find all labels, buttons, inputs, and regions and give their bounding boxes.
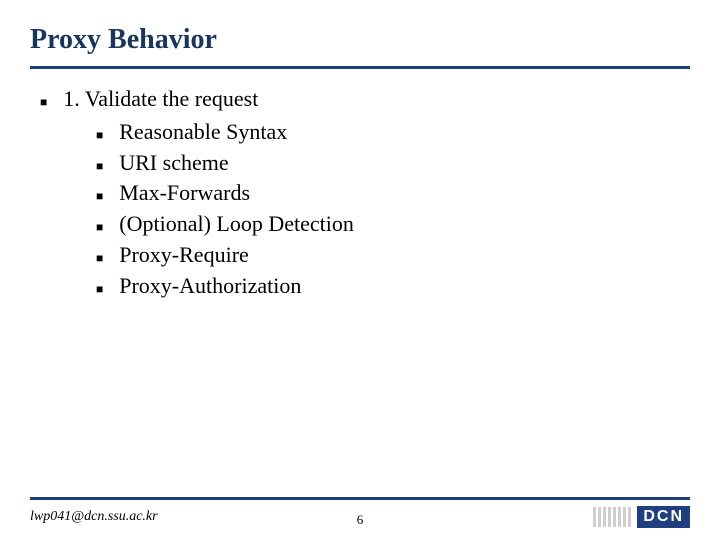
list-item-text: URI scheme — [119, 148, 228, 179]
list-item: ■ 1. Validate the request — [40, 84, 670, 115]
square-bullet-icon: ■ — [96, 250, 103, 271]
list-item: ■ Proxy-Authorization — [96, 271, 670, 302]
list-item-text: Proxy-Authorization — [119, 271, 301, 302]
square-bullet-icon: ■ — [96, 158, 103, 179]
logo-text: DCN — [637, 506, 690, 528]
list-item-text: (Optional) Loop Detection — [119, 209, 354, 240]
sub-list: ■ Reasonable Syntax ■ URI scheme ■ Max-F… — [96, 117, 670, 302]
logo: DCN — [593, 506, 690, 528]
list-item: ■ Max-Forwards — [96, 178, 670, 209]
square-bullet-icon: ■ — [96, 188, 103, 209]
logo-bars-icon — [593, 507, 631, 527]
square-bullet-icon: ■ — [96, 127, 103, 148]
slide-title: Proxy Behavior — [30, 24, 217, 56]
list-item-text: 1. Validate the request — [63, 84, 258, 115]
list-item-text: Reasonable Syntax — [119, 117, 287, 148]
footer-email: lwp041@dcn.ssu.ac.kr — [30, 509, 158, 525]
square-bullet-icon: ■ — [96, 219, 103, 240]
list-item-text: Proxy-Require — [119, 240, 249, 271]
content-area: ■ 1. Validate the request ■ Reasonable S… — [40, 84, 670, 302]
page-number: 6 — [357, 512, 364, 528]
square-bullet-icon: ■ — [40, 94, 47, 115]
slide: Proxy Behavior ■ 1. Validate the request… — [0, 0, 720, 540]
list-item: ■ Proxy-Require — [96, 240, 670, 271]
list-item: ■ URI scheme — [96, 148, 670, 179]
list-item: ■ (Optional) Loop Detection — [96, 209, 670, 240]
footer-rule — [30, 497, 690, 500]
square-bullet-icon: ■ — [96, 281, 103, 302]
list-item: ■ Reasonable Syntax — [96, 117, 670, 148]
title-underline — [30, 66, 690, 69]
list-item-text: Max-Forwards — [119, 178, 250, 209]
